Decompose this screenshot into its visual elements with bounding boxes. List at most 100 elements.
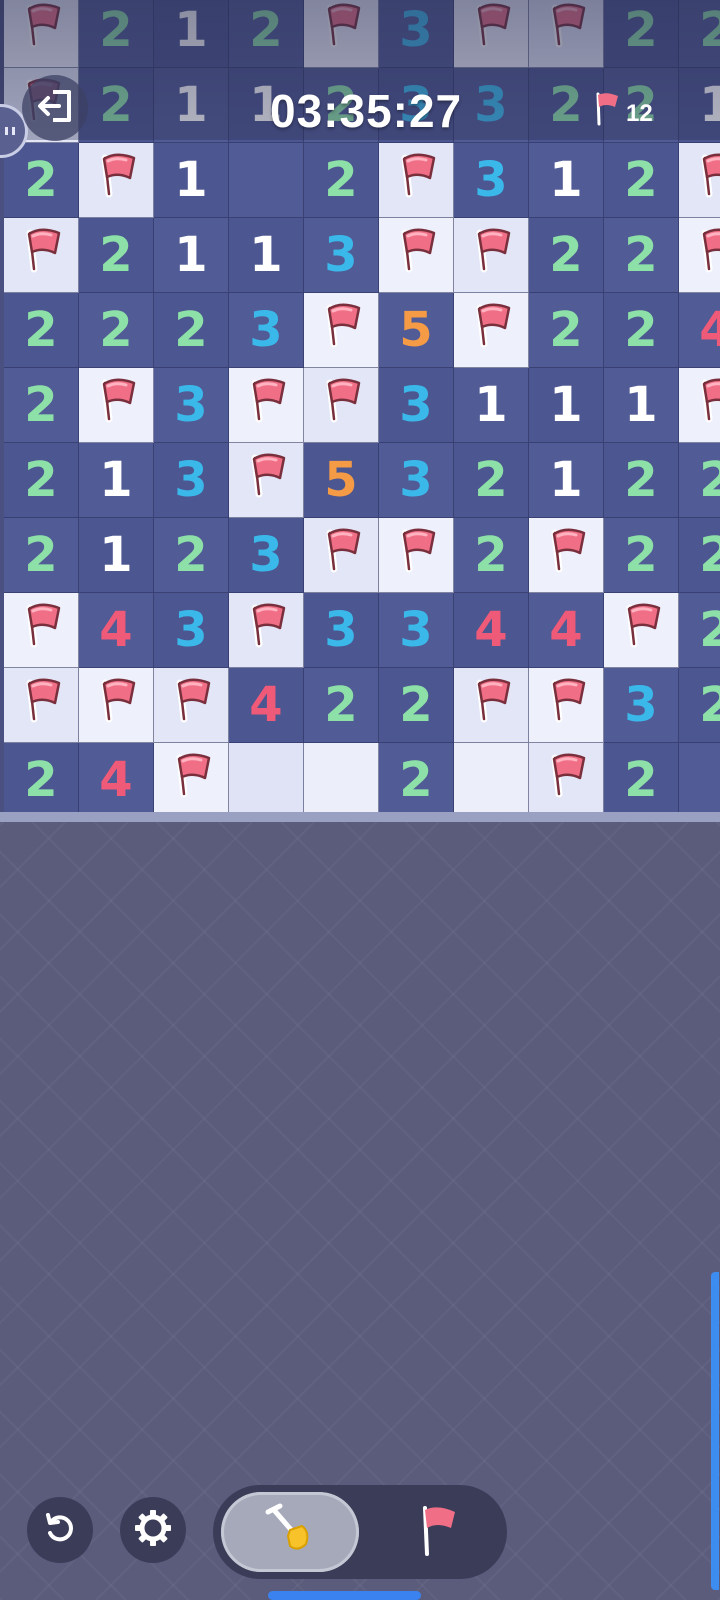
number-cell[interactable]: 5 [379, 293, 454, 368]
number-cell[interactable]: 2 [454, 443, 529, 518]
flagged-cell[interactable] [604, 593, 679, 668]
flagged-cell[interactable] [4, 593, 79, 668]
number-cell[interactable]: 1 [529, 443, 604, 518]
number-cell[interactable]: 2 [604, 293, 679, 368]
covered-cell[interactable] [229, 743, 304, 818]
number-cell[interactable]: 1 [454, 368, 529, 443]
number-cell[interactable]: 1 [154, 218, 229, 293]
flagged-cell[interactable] [529, 0, 604, 68]
number-cell[interactable]: 2 [679, 668, 720, 743]
flagged-cell[interactable] [229, 368, 304, 443]
flagged-cell[interactable] [454, 218, 529, 293]
number-cell[interactable]: 2 [679, 593, 720, 668]
flagged-cell[interactable] [154, 743, 229, 818]
scroll-indicator[interactable] [711, 1272, 719, 1590]
number-cell[interactable]: 3 [604, 668, 679, 743]
number-cell[interactable]: 2 [379, 668, 454, 743]
flagged-cell[interactable] [304, 0, 379, 68]
undo-button[interactable] [27, 1497, 93, 1563]
number-cell[interactable]: 1 [79, 443, 154, 518]
number-cell[interactable]: 3 [229, 518, 304, 593]
number-cell[interactable]: 2 [304, 143, 379, 218]
number-cell[interactable]: 3 [379, 443, 454, 518]
number-cell[interactable]: 3 [454, 68, 529, 143]
number-cell[interactable]: 4 [79, 743, 154, 818]
number-cell[interactable]: 3 [379, 368, 454, 443]
number-cell[interactable]: 2 [4, 143, 79, 218]
number-cell[interactable]: 2 [604, 443, 679, 518]
number-cell[interactable]: 2 [304, 668, 379, 743]
number-cell[interactable]: 4 [454, 593, 529, 668]
flagged-cell[interactable] [379, 518, 454, 593]
number-cell[interactable]: 2 [604, 143, 679, 218]
flagged-cell[interactable] [454, 293, 529, 368]
dig-mode-button[interactable] [221, 1492, 359, 1572]
flagged-cell[interactable] [4, 0, 79, 68]
number-cell[interactable]: 2 [4, 518, 79, 593]
flag-mode-button[interactable] [383, 1492, 493, 1572]
number-cell[interactable]: 1 [529, 143, 604, 218]
number-cell[interactable]: 2 [379, 743, 454, 818]
number-cell[interactable]: 1 [679, 68, 720, 143]
number-cell[interactable]: 4 [529, 593, 604, 668]
number-cell[interactable]: 3 [304, 218, 379, 293]
covered-cell[interactable] [454, 743, 529, 818]
number-cell[interactable] [679, 743, 720, 818]
number-cell[interactable]: 1 [154, 68, 229, 143]
flagged-cell[interactable] [4, 218, 79, 293]
number-cell[interactable]: 4 [679, 293, 720, 368]
number-cell[interactable]: 1 [229, 218, 304, 293]
number-cell[interactable]: 5 [304, 443, 379, 518]
number-cell[interactable]: 3 [154, 593, 229, 668]
exit-button[interactable] [22, 75, 88, 141]
flagged-cell[interactable] [304, 518, 379, 593]
flagged-cell[interactable] [529, 743, 604, 818]
number-cell[interactable]: 2 [4, 743, 79, 818]
number-cell[interactable]: 3 [154, 368, 229, 443]
number-cell[interactable]: 1 [79, 518, 154, 593]
flagged-cell[interactable] [79, 143, 154, 218]
number-cell[interactable]: 2 [79, 0, 154, 68]
settings-button[interactable] [120, 1497, 186, 1563]
number-cell[interactable]: 3 [454, 143, 529, 218]
covered-cell[interactable] [304, 743, 379, 818]
number-cell[interactable]: 2 [79, 68, 154, 143]
flagged-cell[interactable] [679, 218, 720, 293]
number-cell[interactable]: 4 [229, 668, 304, 743]
flagged-cell[interactable] [229, 443, 304, 518]
flagged-cell[interactable] [379, 143, 454, 218]
number-cell[interactable]: 3 [379, 0, 454, 68]
flagged-cell[interactable] [154, 668, 229, 743]
number-cell[interactable]: 3 [379, 593, 454, 668]
number-cell[interactable]: 2 [529, 293, 604, 368]
home-indicator[interactable] [268, 1591, 421, 1600]
flagged-cell[interactable] [454, 0, 529, 68]
flagged-cell[interactable] [379, 218, 454, 293]
number-cell[interactable]: 1 [604, 368, 679, 443]
number-cell[interactable]: 2 [4, 293, 79, 368]
number-cell[interactable]: 2 [529, 218, 604, 293]
flagged-cell[interactable] [529, 668, 604, 743]
flagged-cell[interactable] [679, 368, 720, 443]
flagged-cell[interactable] [529, 518, 604, 593]
number-cell[interactable]: 4 [79, 593, 154, 668]
number-cell[interactable]: 2 [604, 0, 679, 68]
flagged-cell[interactable] [454, 668, 529, 743]
number-cell[interactable]: 2 [4, 443, 79, 518]
number-cell[interactable]: 2 [154, 293, 229, 368]
flagged-cell[interactable] [4, 668, 79, 743]
number-cell[interactable]: 2 [229, 0, 304, 68]
number-cell[interactable]: 3 [229, 293, 304, 368]
number-cell[interactable]: 2 [679, 518, 720, 593]
number-cell[interactable]: 2 [679, 443, 720, 518]
number-cell[interactable]: 2 [679, 0, 720, 68]
number-cell[interactable]: 2 [154, 518, 229, 593]
number-cell[interactable]: 2 [604, 743, 679, 818]
number-cell[interactable]: 1 [154, 143, 229, 218]
number-cell[interactable]: 2 [454, 518, 529, 593]
number-cell[interactable]: 3 [304, 593, 379, 668]
flagged-cell[interactable] [304, 368, 379, 443]
number-cell[interactable]: 2 [79, 218, 154, 293]
number-cell[interactable]: 2 [604, 218, 679, 293]
flagged-cell[interactable] [679, 143, 720, 218]
